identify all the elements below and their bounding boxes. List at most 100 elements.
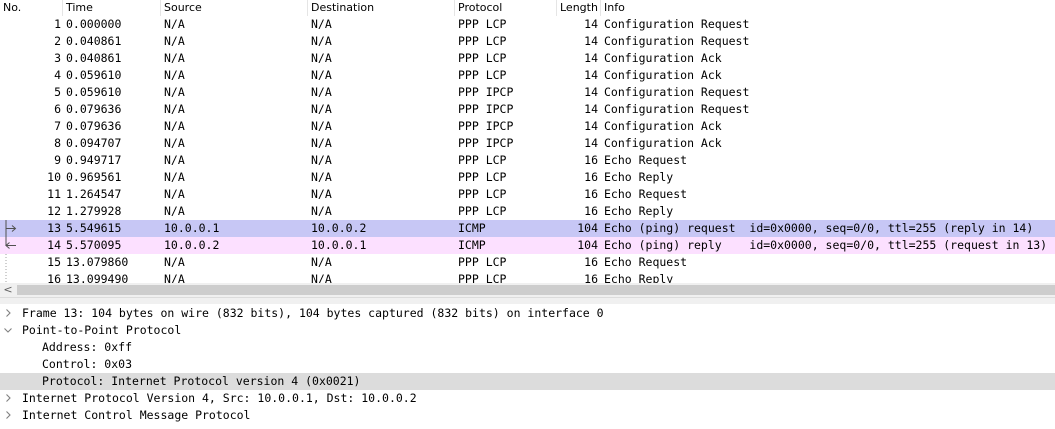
packet-info: Echo Request (604, 153, 688, 167)
packet-time: 0.969561 (66, 170, 122, 184)
detail-tree-text: Address: 0xff (42, 340, 133, 354)
packet-destination: N/A (311, 255, 332, 269)
column-header-protocol[interactable]: Protocol (455, 0, 557, 16)
packet-source: N/A (164, 51, 185, 65)
packet-info: Echo Request (604, 255, 688, 269)
column-header-source[interactable]: Source (161, 0, 308, 16)
packet-source: N/A (164, 153, 185, 167)
packet-protocol: PPP LCP (458, 153, 507, 167)
packet-number: 4 (54, 68, 61, 82)
detail-tree-item[interactable]: Internet Protocol Version 4, Src: 10.0.0… (0, 390, 1055, 407)
packet-row[interactable]: 10 0.969561 N/A N/A PPP LCP 16 Echo Reply (0, 169, 1055, 186)
chevron-right-icon[interactable] (3, 305, 13, 322)
packet-source: N/A (164, 119, 185, 133)
horizontal-scrollbar[interactable]: < (0, 283, 1055, 297)
packet-row[interactable]: 5 0.059610 N/A N/A PPP IPCP 14 Configuration R… (0, 84, 1055, 101)
packet-protocol: PPP LCP (458, 51, 507, 65)
packet-info: Echo (ping) request id=0x0000, seq=0/0, … (604, 221, 1034, 235)
packet-time: 0.000000 (66, 17, 122, 31)
packet-length: 14 (584, 119, 598, 133)
column-header-no[interactable]: No. (0, 0, 63, 16)
packet-source: 10.0.0.2 (164, 238, 220, 252)
detail-tree-text: Internet Control Message Protocol (22, 408, 251, 422)
packet-time: 0.059610 (66, 85, 122, 99)
packet-length: 14 (584, 85, 598, 99)
detail-tree-item[interactable]: Frame 13: 104 bytes on wire (832 bits), … (0, 305, 1055, 322)
packet-length: 14 (584, 34, 598, 48)
packet-number: 1 (54, 17, 61, 31)
packet-length: 16 (584, 153, 598, 167)
packet-row[interactable]: 14 5.570095 10.0.0.2 10.0.0.1 ICMP 104 Echo (p… (0, 237, 1055, 254)
packet-length: 16 (584, 255, 598, 269)
packet-row[interactable]: 8 0.094707 N/A N/A PPP IPCP 14 Configuration A… (0, 135, 1055, 152)
packet-row[interactable]: 6 0.079636 N/A N/A PPP IPCP 14 Configuration R… (0, 101, 1055, 118)
detail-tree-item[interactable]: Internet Control Message Protocol (0, 407, 1055, 424)
column-header-time[interactable]: Time (63, 0, 161, 16)
packet-destination: N/A (311, 187, 332, 201)
packet-time: 13.099490 (66, 272, 129, 283)
packet-row[interactable]: 4 0.059610 N/A N/A PPP LCP 14 Configuration Ac… (0, 67, 1055, 84)
packet-row[interactable]: 2 0.040861 N/A N/A PPP LCP 14 Configuration Re… (0, 33, 1055, 50)
packet-length: 16 (584, 187, 598, 201)
packet-destination: N/A (311, 17, 332, 31)
packet-time: 0.040861 (66, 51, 122, 65)
packet-number: 3 (54, 51, 61, 65)
packet-time: 0.059610 (66, 68, 122, 82)
packet-row[interactable]: 3 0.040861 N/A N/A PPP LCP 14 Configuration Ac… (0, 50, 1055, 67)
packet-destination: N/A (311, 68, 332, 82)
packet-row[interactable]: 9 0.949717 N/A N/A PPP LCP 16 Echo Request (0, 152, 1055, 169)
chevron-down-icon[interactable] (3, 322, 13, 339)
packet-row[interactable]: 13 5.549615 10.0.0.1 10.0.0.2 ICMP 104 Echo (p… (0, 220, 1055, 237)
chevron-right-icon[interactable] (3, 390, 13, 407)
packet-length: 16 (584, 204, 598, 218)
packet-length: 14 (584, 68, 598, 82)
packet-destination: N/A (311, 34, 332, 48)
scroll-left-icon[interactable]: < (0, 283, 16, 297)
packet-number: 9 (54, 153, 61, 167)
packet-info: Echo Reply (604, 170, 674, 184)
detail-tree-item[interactable]: Control: 0x03 (0, 356, 1055, 373)
packet-time: 0.079636 (66, 119, 122, 133)
packet-number: 6 (54, 102, 61, 116)
packet-row[interactable]: 12 1.279928 N/A N/A PPP LCP 16 Echo Reply (0, 203, 1055, 220)
packet-row[interactable]: 11 1.264547 N/A N/A PPP LCP 16 Echo Request (0, 186, 1055, 203)
packet-time: 1.279928 (66, 204, 122, 218)
packet-destination: N/A (311, 51, 332, 65)
packet-source: N/A (164, 68, 185, 82)
packet-row[interactable]: 1 0.000000 N/A N/A PPP LCP 14 Configuration Re… (0, 16, 1055, 33)
packet-destination: N/A (311, 119, 332, 133)
packet-source: N/A (164, 102, 185, 116)
packet-protocol: PPP LCP (458, 17, 507, 31)
packet-number: 7 (54, 119, 61, 133)
packet-time: 0.040861 (66, 34, 122, 48)
column-header-info[interactable]: Info (601, 0, 1055, 16)
packet-length: 16 (584, 272, 598, 283)
detail-tree-text: Internet Protocol Version 4, Src: 10.0.0… (22, 391, 417, 405)
packet-row[interactable]: 7 0.079636 N/A N/A PPP IPCP 14 Configuration A… (0, 118, 1055, 135)
chevron-right-icon[interactable] (3, 407, 13, 424)
related-packet-line-icon (5, 254, 7, 283)
packet-destination: N/A (311, 85, 332, 99)
packet-destination: 10.0.0.1 (311, 238, 367, 252)
column-header-bar: No. Time Source Destination Protocol Len… (0, 0, 1055, 16)
detail-tree-text: Control: 0x03 (42, 357, 133, 371)
packet-info: Echo Request (604, 187, 688, 201)
packet-protocol: PPP LCP (458, 187, 507, 201)
column-header-length[interactable]: Length (557, 0, 601, 16)
packet-info: Configuration Ack (604, 51, 722, 65)
packet-list[interactable]: No. Time Source Destination Protocol Len… (0, 0, 1055, 283)
packet-details-tree[interactable]: Frame 13: 104 bytes on wire (832 bits), … (0, 304, 1055, 429)
packet-time: 0.079636 (66, 102, 122, 116)
packet-row[interactable]: 15 13.079860 N/A N/A PPP LCP 16 Echo Request (0, 254, 1055, 271)
packet-time: 1.264547 (66, 187, 122, 201)
detail-tree-item[interactable]: Address: 0xff (0, 339, 1055, 356)
packet-time: 5.570095 (66, 238, 122, 252)
packet-number: 2 (54, 34, 61, 48)
packet-info: Configuration Request (604, 85, 750, 99)
pane-splitter[interactable] (0, 297, 1055, 304)
detail-tree-item[interactable]: Protocol: Internet Protocol version 4 (0… (0, 373, 1055, 390)
detail-tree-item[interactable]: Point-to-Point Protocol (0, 322, 1055, 339)
column-header-destination[interactable]: Destination (308, 0, 455, 16)
packet-row[interactable]: 16 13.099490 N/A N/A PPP LCP 16 Echo Reply (0, 271, 1055, 283)
scrollbar-thumb[interactable] (17, 285, 1055, 295)
